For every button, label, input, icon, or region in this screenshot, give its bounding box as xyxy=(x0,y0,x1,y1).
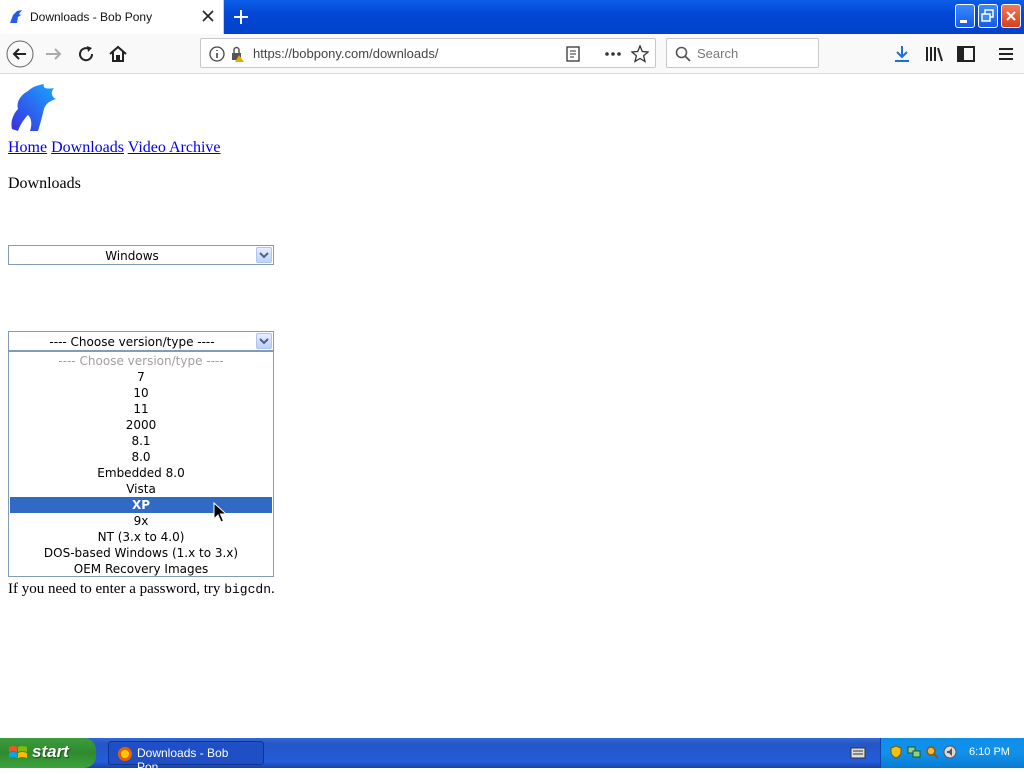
volume-icon[interactable] xyxy=(943,745,957,759)
taskbar: start Downloads - Bob Pon... 6:10 PM xyxy=(0,738,1024,774)
network-icon[interactable] xyxy=(907,745,921,759)
version-select-value: ---- Choose version/type ---- xyxy=(49,335,215,349)
site-nav: Home Downloads Video Archive xyxy=(8,139,221,157)
restore-icon xyxy=(981,9,994,22)
info-icon[interactable] xyxy=(209,46,225,62)
version-option[interactable]: 8.1 xyxy=(10,433,272,449)
url-text: https://bobpony.com/downloads/ xyxy=(253,46,439,61)
os-select-value: Windows xyxy=(105,249,159,263)
nav-link-downloads[interactable]: Downloads xyxy=(51,139,124,156)
back-icon[interactable] xyxy=(6,40,34,68)
version-option[interactable]: DOS-based Windows (1.x to 3.x) xyxy=(10,545,272,561)
version-option-placeholder: ---- Choose version/type ---- xyxy=(58,354,224,368)
close-icon xyxy=(1006,11,1016,21)
home-icon[interactable] xyxy=(106,42,130,66)
taskbar-item-firefox[interactable]: Downloads - Bob Pon... xyxy=(108,741,264,774)
bobpony-logo-icon[interactable] xyxy=(8,83,58,133)
navigation-toolbar: https://bobpony.com/downloads/ Search xyxy=(0,34,1024,74)
taskbar-item-label: Downloads - Bob Pon... xyxy=(137,746,229,774)
password-note: If you need to enter a password, try big… xyxy=(8,581,275,598)
password-note-text: If you need to enter a password, try xyxy=(8,581,225,597)
version-dropdown-list: ---- Choose version/type ---- 7 10 11 2000 8.… xyxy=(8,351,274,577)
nav-link-video-archive[interactable]: Video Archive xyxy=(128,139,221,156)
system-tray: 6:10 PM xyxy=(880,738,1024,768)
os-select[interactable]: Windows xyxy=(8,245,274,265)
browser-tab[interactable]: Downloads - Bob Pony xyxy=(0,0,224,34)
clock: 6:10 PM xyxy=(969,746,1010,758)
close-window-button[interactable] xyxy=(1001,4,1021,28)
password-note-end: . xyxy=(271,581,275,597)
restore-button[interactable] xyxy=(978,4,998,28)
reload-icon[interactable] xyxy=(74,42,98,66)
version-option[interactable]: 2000 xyxy=(10,417,272,433)
version-select[interactable]: ---- Choose version/type ---- xyxy=(8,331,274,351)
nav-link-home[interactable]: Home xyxy=(8,139,47,156)
tab-title: Downloads - Bob Pony xyxy=(30,10,153,24)
bookmark-star-icon[interactable] xyxy=(631,45,649,63)
new-tab-icon[interactable] xyxy=(230,6,252,28)
version-option[interactable]: 10 xyxy=(10,385,272,401)
minimize-button[interactable] xyxy=(955,4,975,28)
close-tab-icon[interactable] xyxy=(200,8,216,24)
password-code: bigcdn xyxy=(224,582,271,597)
mouse-cursor-icon xyxy=(213,502,228,523)
chevron-down-icon[interactable] xyxy=(256,333,272,349)
search-icon xyxy=(675,46,691,62)
version-option[interactable]: 11 xyxy=(10,401,272,417)
address-bar[interactable]: https://bobpony.com/downloads/ xyxy=(200,38,656,68)
version-option[interactable]: 7 xyxy=(10,369,272,385)
search-bar[interactable]: Search xyxy=(666,38,819,68)
search-placeholder: Search xyxy=(697,46,739,61)
chevron-down-icon[interactable] xyxy=(256,247,272,263)
forward-icon[interactable] xyxy=(42,42,66,66)
version-option[interactable]: OEM Recovery Images xyxy=(10,561,272,577)
windows-flag-icon xyxy=(9,746,27,758)
security-shield-icon[interactable] xyxy=(889,745,903,759)
sidebar-icon[interactable] xyxy=(954,42,978,66)
version-option[interactable]: NT (3.x to 4.0) xyxy=(10,529,272,545)
version-option[interactable]: Embedded 8.0 xyxy=(10,465,272,481)
menu-icon[interactable] xyxy=(994,42,1018,66)
bobpony-favicon-icon xyxy=(10,10,22,23)
version-option[interactable]: Vista xyxy=(10,481,272,497)
browser-title-bar: Downloads - Bob Pony xyxy=(0,0,1024,34)
library-icon[interactable] xyxy=(922,42,946,66)
page-heading: Downloads xyxy=(8,175,81,192)
minimize-icon xyxy=(960,20,967,23)
keyboard-icon[interactable] xyxy=(850,746,866,760)
page-actions-icon[interactable] xyxy=(603,46,623,62)
reader-view-icon[interactable] xyxy=(565,46,581,62)
page-content: Home Downloads Video Archive Downloads W… xyxy=(0,75,1024,737)
firefox-icon xyxy=(118,747,132,761)
version-option[interactable]: 8.0 xyxy=(10,449,272,465)
version-option[interactable]: XP xyxy=(10,497,272,513)
version-option[interactable]: 9x xyxy=(10,513,272,529)
lock-warning-icon[interactable] xyxy=(229,46,245,62)
downloads-icon[interactable] xyxy=(890,42,914,66)
start-label: start xyxy=(32,742,69,761)
magnifier-icon[interactable] xyxy=(925,745,939,759)
start-button[interactable]: start xyxy=(0,738,96,768)
